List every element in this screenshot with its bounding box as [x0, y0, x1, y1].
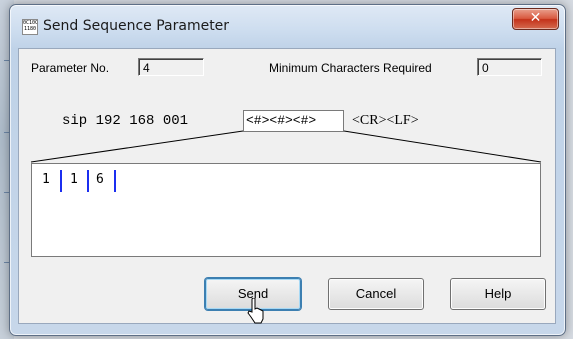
min-chars-field[interactable]: 0 — [477, 58, 542, 76]
cancel-button[interactable]: Cancel — [328, 278, 424, 310]
min-chars-label: Minimum Characters Required — [269, 61, 432, 75]
close-button[interactable]: ✕ — [512, 8, 559, 30]
window-title: Send Sequence Parameter — [43, 18, 230, 34]
mouse-pointer-icon — [247, 298, 264, 324]
parameter-number-field[interactable]: 4 — [138, 58, 204, 76]
field-separator — [60, 170, 62, 192]
close-icon: ✕ — [529, 10, 542, 26]
sequence-edit-area[interactable]: 1 1 6 — [31, 163, 541, 257]
digit-2[interactable]: 1 — [70, 172, 78, 187]
sequence-suffix: <CR><LF> — [352, 113, 419, 128]
title-bar[interactable]: 0C10C 1180 Send Sequence Parameter ✕ — [10, 5, 565, 45]
parameter-number-label: Parameter No. — [31, 61, 110, 75]
sequence-field-placeholder[interactable]: <#><#><#> — [243, 110, 344, 132]
help-button[interactable]: Help — [450, 278, 546, 310]
sequence-prefix: sip 192 168 001 — [62, 113, 189, 129]
field-separator — [87, 170, 89, 192]
digit-3[interactable]: 6 — [96, 172, 104, 187]
field-separator — [114, 170, 116, 192]
digit-1[interactable]: 1 — [42, 172, 50, 187]
app-icon: 0C10C 1180 — [22, 19, 38, 35]
